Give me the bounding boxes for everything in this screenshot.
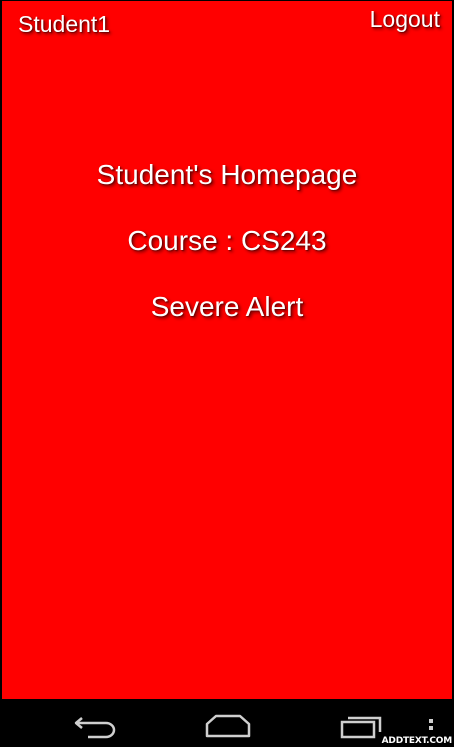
logout-button[interactable]: Logout xyxy=(370,5,440,33)
system-navigation-bar: ADDTEXT.COM xyxy=(0,700,454,747)
watermark-text: ADDTEXT.COM xyxy=(381,736,453,746)
username-label: Student1 xyxy=(18,11,111,37)
alert-status: Severe Alert xyxy=(150,291,304,322)
back-icon[interactable] xyxy=(74,712,118,740)
recent-apps-icon[interactable] xyxy=(338,712,384,740)
page-title: Student's Homepage xyxy=(96,159,358,190)
course-label: Course : CS243 xyxy=(127,225,327,256)
app-content: Student1 Logout Student's Homepage Cours… xyxy=(2,1,452,699)
phone-screen: Student1 Logout Student's Homepage Cours… xyxy=(0,0,454,747)
overflow-menu-icon[interactable] xyxy=(424,718,438,736)
home-icon[interactable] xyxy=(204,712,252,740)
